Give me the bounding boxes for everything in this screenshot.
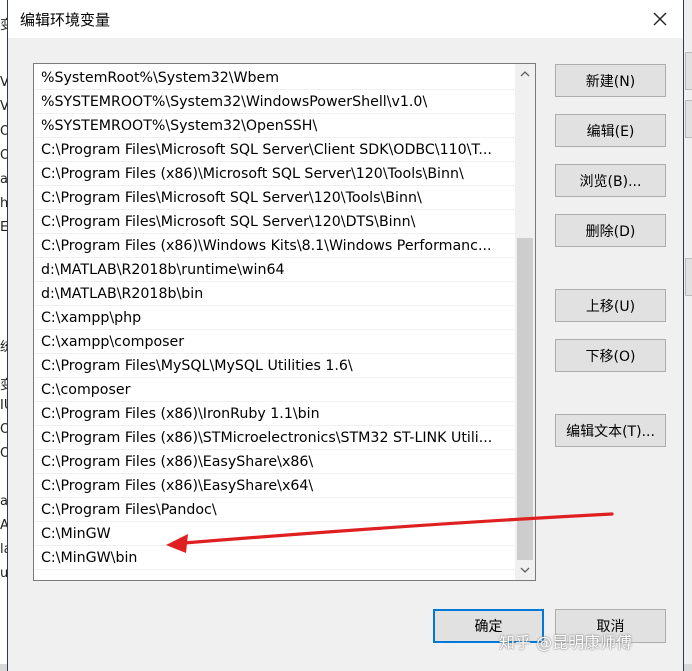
scroll-down-button[interactable] — [515, 561, 535, 579]
path-list-item[interactable]: C:\Program Files (x86)\Microsoft SQL Ser… — [34, 162, 514, 186]
path-list-item[interactable]: C:\MinGW — [34, 522, 514, 546]
title-bar: 编辑环境变量 — [8, 0, 683, 38]
path-list-item[interactable]: C:\composer — [34, 378, 514, 402]
edit-text-button[interactable]: 编辑文本(T)... — [555, 414, 666, 447]
edit-environment-variable-dialog: 编辑环境变量 %SystemRoot%\System32\Wbem %SYSTE… — [7, 0, 684, 671]
path-list-item[interactable]: C:\Program Files\Microsoft SQL Server\Cl… — [34, 138, 514, 162]
path-list-item[interactable]: C:\Program Files (x86)\Windows Kits\8.1\… — [34, 234, 514, 258]
bg-button — [685, 52, 692, 90]
path-list-item[interactable]: C:\Program Files (x86)\EasyShare\x64\ — [34, 474, 514, 498]
dialog-title: 编辑环境变量 — [20, 11, 111, 29]
browse-button[interactable]: 浏览(B)... — [555, 164, 666, 197]
chevron-down-icon — [520, 567, 530, 573]
close-icon — [653, 12, 667, 26]
move-up-button[interactable]: 上移(U) — [555, 289, 666, 322]
path-list-item[interactable]: C:\xampp\php — [34, 306, 514, 330]
path-list-item[interactable]: d:\MATLAB\R2018b\runtime\win64 — [34, 258, 514, 282]
path-list-item[interactable]: C:\MinGW\bin — [34, 546, 514, 570]
new-button[interactable]: 新建(N) — [555, 64, 666, 97]
path-list-item[interactable]: %SystemRoot%\System32\Wbem — [34, 66, 514, 90]
watermark: 知乎 @昆明康师傅 — [499, 633, 633, 652]
vertical-scrollbar[interactable] — [515, 64, 535, 580]
path-list-item[interactable]: C:\Program Files\Microsoft SQL Server\12… — [34, 186, 514, 210]
close-button[interactable] — [637, 0, 683, 38]
path-list-item[interactable]: C:\Program Files (x86)\STMicroelectronic… — [34, 426, 514, 450]
path-list[interactable]: %SystemRoot%\System32\Wbem %SYSTEMROOT%\… — [33, 63, 536, 581]
edit-button[interactable]: 编辑(E) — [555, 114, 666, 147]
path-list-item[interactable]: C:\xampp\composer — [34, 330, 514, 354]
path-list-item[interactable]: C:\Program Files\Pandoc\ — [34, 498, 514, 522]
bg-button — [685, 258, 692, 296]
background-window-right-edge — [684, 0, 692, 671]
scroll-up-button[interactable] — [515, 65, 535, 83]
scrollbar-thumb[interactable] — [517, 238, 533, 560]
path-list-item[interactable]: d:\MATLAB\R2018b\bin — [34, 282, 514, 306]
path-list-item[interactable]: C:\Program Files\MySQL\MySQL Utilities 1… — [34, 354, 514, 378]
path-list-item[interactable]: %SYSTEMROOT%\System32\OpenSSH\ — [34, 114, 514, 138]
bg-button — [685, 100, 692, 138]
path-list-item[interactable]: %SYSTEMROOT%\System32\WindowsPowerShell\… — [34, 90, 514, 114]
path-list-item[interactable]: C:\Program Files (x86)\EasyShare\x86\ — [34, 450, 514, 474]
path-list-item[interactable]: C:\Program Files\Microsoft SQL Server\12… — [34, 210, 514, 234]
chevron-up-icon — [520, 71, 530, 77]
delete-button[interactable]: 删除(D) — [555, 214, 666, 247]
path-list-rows: %SystemRoot%\System32\Wbem %SYSTEMROOT%\… — [34, 66, 514, 570]
move-down-button[interactable]: 下移(O) — [555, 339, 666, 372]
path-list-item[interactable]: C:\Program Files (x86)\IronRuby 1.1\bin — [34, 402, 514, 426]
